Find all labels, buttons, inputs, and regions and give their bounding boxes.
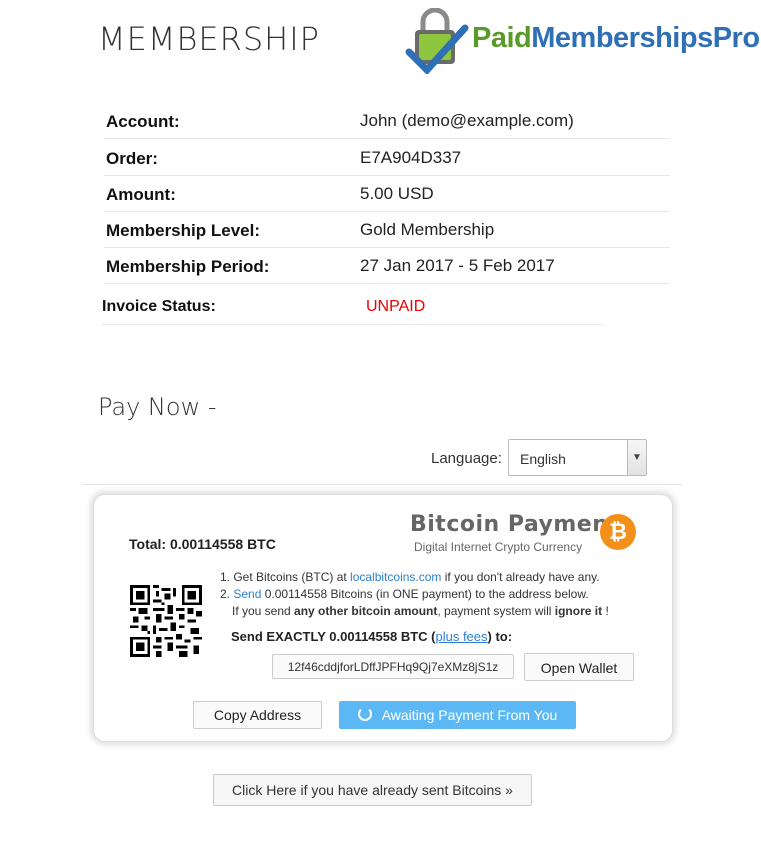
chevron-down-icon[interactable]: ▼: [627, 440, 646, 475]
bitcoin-payment-logo: Bitcoin Payment Digital Internet Crypto …: [410, 512, 640, 558]
row-label: Membership Level:: [106, 221, 260, 240]
bitcoin-address-field[interactable]: 12f46cddjforLDffJPFHq9Qj7eXMz8jS1z: [272, 654, 514, 679]
row-value: John (demo@example.com): [360, 111, 574, 130]
logo-text-paid: Paid: [472, 22, 532, 54]
bitcoin-logo-title: Bitcoin Payment: [410, 512, 620, 537]
invoice-row-amount: Amount: 5.00 USD: [104, 175, 670, 212]
invoice-row-order: Order: E7A904D337: [104, 139, 670, 176]
bitcoin-logo-subtitle: Digital Internet Crypto Currency: [414, 540, 583, 554]
row-label: Order:: [106, 149, 158, 168]
row-label: Membership Period:: [106, 257, 270, 276]
total-unit: BTC: [247, 536, 276, 552]
logo-text: PaidMembershipsPro: [472, 22, 760, 55]
step-text: 0.00114558 Bitcoins (in ONE payment) to …: [261, 587, 589, 601]
instruction-warning: If you send any other bitcoin amount, pa…: [220, 603, 609, 620]
awaiting-payment-label: Awaiting Payment From You: [381, 707, 558, 723]
bitcoin-icon: ₿: [600, 514, 636, 550]
step-text: 1. Get Bitcoins (BTC) at: [220, 570, 351, 584]
invoice-table: Account: John (demo@example.com) Order: …: [102, 102, 670, 332]
invoice-row-status: Invoice Status: UNPAID: [102, 284, 604, 325]
language-select[interactable]: English ▼: [508, 439, 647, 476]
pay-now-heading: Pay Now -: [98, 393, 217, 421]
step-text: 2.: [220, 587, 234, 601]
total-label: Total:: [129, 536, 167, 552]
row-value: E7A904D337: [360, 148, 462, 167]
exact-text: ) to:: [487, 629, 513, 644]
send-link[interactable]: Send: [233, 587, 261, 601]
invoice-row-account: Account: John (demo@example.com): [104, 102, 670, 139]
qr-code-icon: [130, 585, 202, 657]
row-value: Gold Membership: [360, 220, 495, 239]
total-amount: Total: 0.00114558 BTC: [129, 536, 276, 552]
invoice-row-membership-level: Membership Level: Gold Membership: [104, 211, 670, 248]
step-text: If you send: [232, 604, 295, 618]
instruction-step-2: 2. Send 0.00114558 Bitcoins (in ONE paym…: [220, 586, 609, 603]
plus-fees-link[interactable]: plus fees: [435, 629, 487, 644]
awaiting-payment-button[interactable]: Awaiting Payment From You: [339, 701, 576, 729]
page-title: MEMBERSHIP: [98, 20, 320, 58]
open-wallet-button[interactable]: Open Wallet: [524, 653, 634, 681]
step-text: , payment system will: [437, 604, 555, 618]
language-selected-value: English: [520, 451, 566, 467]
bitcoin-payment-box: Total: 0.00114558 BTC Bitcoin Payment Di…: [93, 494, 673, 742]
invoice-row-membership-period: Membership Period: 27 Jan 2017 - 5 Feb 2…: [104, 247, 670, 284]
row-label: Invoice Status:: [102, 298, 216, 315]
step-text-bold: any other bitcoin amount: [294, 604, 438, 618]
row-value: 5.00 USD: [360, 184, 434, 203]
row-value: 27 Jan 2017 - 5 Feb 2017: [360, 256, 555, 275]
send-exactly-text: Send EXACTLY 0.00114558 BTC (plus fees) …: [231, 629, 512, 644]
divider: [82, 484, 682, 485]
payment-instructions: 1. Get Bitcoins (BTC) at localbitcoins.c…: [220, 569, 609, 620]
row-label: Amount:: [106, 185, 176, 204]
paid-memberships-pro-logo: PaidMembershipsPro: [405, 6, 760, 76]
step-text: !: [602, 604, 609, 618]
language-label: Language:: [431, 450, 502, 467]
already-sent-button[interactable]: Click Here if you have already sent Bitc…: [213, 774, 532, 806]
instruction-step-1: 1. Get Bitcoins (BTC) at localbitcoins.c…: [220, 569, 609, 586]
exact-text: Send EXACTLY 0.00114558 BTC (: [231, 629, 436, 644]
logo-text-memberships-pro: MembershipsPro: [531, 22, 760, 54]
copy-address-button[interactable]: Copy Address: [193, 701, 322, 729]
step-text-bold: ignore it: [554, 604, 603, 618]
total-value: 0.00114558: [169, 536, 244, 552]
status-badge: UNPAID: [366, 298, 426, 315]
padlock-check-icon: [405, 8, 469, 74]
row-label: Account:: [106, 112, 180, 131]
step-text: if you don't already have any.: [441, 570, 600, 584]
spinner-icon: [357, 707, 372, 721]
localbitcoins-link[interactable]: localbitcoins.com: [350, 570, 441, 584]
